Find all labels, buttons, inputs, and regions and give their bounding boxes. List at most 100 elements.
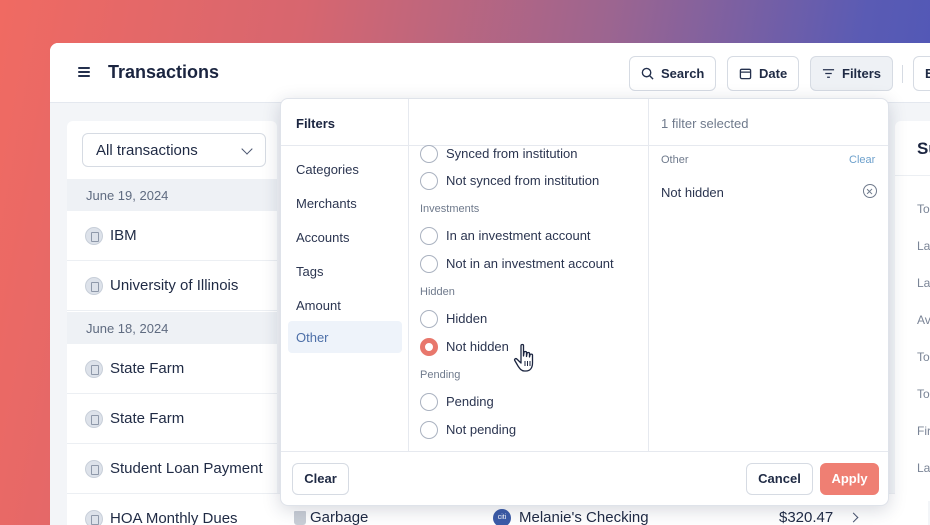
option-not-pending[interactable]: Not pending bbox=[420, 421, 516, 441]
merchant-icon bbox=[85, 410, 103, 428]
summary-card: Su To La La Av To To Fir La bbox=[895, 121, 930, 501]
filter-nav-tags[interactable]: Tags bbox=[288, 255, 402, 287]
merchant-icon bbox=[85, 360, 103, 378]
transactions-dropdown[interactable]: All transactions bbox=[82, 133, 266, 167]
radio-button[interactable] bbox=[420, 421, 438, 439]
table-row[interactable]: University of Illinois bbox=[67, 261, 277, 311]
search-icon bbox=[641, 67, 654, 80]
summary-label: La bbox=[917, 461, 930, 475]
option-not-hidden[interactable]: Not hidden bbox=[420, 338, 509, 358]
option-synced[interactable]: Synced from institution bbox=[420, 145, 578, 165]
extra-button-label: E bbox=[925, 66, 930, 81]
top-bar: Transactions Search Date Filters E bbox=[50, 43, 930, 103]
filter-nav-amount[interactable]: Amount bbox=[288, 289, 402, 321]
option-hidden[interactable]: Hidden bbox=[420, 310, 487, 330]
option-label: Not synced from institution bbox=[446, 173, 600, 188]
option-not-in-investment[interactable]: Not in an investment account bbox=[420, 255, 614, 275]
filters-button-label: Filters bbox=[842, 66, 882, 81]
merchant-icon bbox=[85, 227, 103, 245]
summary-label: To bbox=[917, 387, 930, 401]
filter-nav-accounts[interactable]: Accounts bbox=[288, 221, 402, 253]
cancel-button[interactable]: Cancel bbox=[746, 463, 813, 495]
extra-button[interactable]: E bbox=[913, 56, 930, 91]
filter-icon bbox=[822, 69, 835, 78]
option-label: Not hidden bbox=[446, 339, 509, 354]
merchant-icon bbox=[85, 277, 103, 295]
clear-button[interactable]: Clear bbox=[292, 463, 349, 495]
summary-label: To bbox=[917, 350, 930, 364]
trash-can-icon bbox=[294, 511, 306, 525]
summary-label: Fir bbox=[917, 424, 930, 438]
amount-label: $320.47 bbox=[779, 509, 834, 525]
filters-panel: Filters Categories Merchants Accounts Ta… bbox=[280, 98, 889, 506]
merchant-name: Student Loan Payment bbox=[110, 460, 263, 477]
divider bbox=[895, 175, 930, 176]
filter-categories-column: Filters Categories Merchants Accounts Ta… bbox=[281, 99, 409, 451]
merchant-icon bbox=[85, 510, 103, 525]
filters-button[interactable]: Filters bbox=[810, 56, 894, 91]
selected-group-label: Other bbox=[661, 154, 689, 166]
divider bbox=[649, 145, 888, 146]
clear-group-link[interactable]: Clear bbox=[849, 154, 875, 166]
apply-button[interactable]: Apply bbox=[820, 463, 879, 495]
date-button[interactable]: Date bbox=[727, 56, 800, 91]
filter-nav-other[interactable]: Other bbox=[288, 321, 402, 353]
summary-label: La bbox=[917, 239, 930, 253]
option-in-investment[interactable]: In an investment account bbox=[420, 227, 591, 247]
transactions-list: All transactions June 19, 2024 IBM Unive… bbox=[67, 121, 277, 525]
search-button-label: Search bbox=[661, 66, 705, 81]
table-row[interactable]: State Farm bbox=[67, 394, 277, 444]
search-button[interactable]: Search bbox=[629, 56, 717, 91]
hand-pointer-cursor-icon bbox=[513, 343, 534, 372]
group-label-hidden: Hidden bbox=[420, 286, 455, 298]
summary-label: La bbox=[917, 276, 930, 290]
filter-options-column: Synced from institution Not synced from … bbox=[409, 99, 649, 451]
summary-title: Su bbox=[917, 139, 930, 158]
account-label: Melanie's Checking bbox=[519, 509, 649, 525]
merchant-name: HOA Monthly Dues bbox=[110, 510, 238, 525]
table-row[interactable]: State Farm bbox=[67, 344, 277, 394]
summary-label: Av bbox=[917, 313, 930, 327]
filters-panel-title: Filters bbox=[296, 116, 336, 131]
radio-button[interactable] bbox=[420, 255, 438, 273]
group-label-pending: Pending bbox=[420, 369, 461, 381]
merchant-name: University of Illinois bbox=[110, 277, 239, 294]
toolbar-divider bbox=[902, 65, 903, 83]
merchant-name: State Farm bbox=[110, 410, 185, 427]
date-header: June 18, 2024 bbox=[67, 312, 277, 344]
option-not-synced[interactable]: Not synced from institution bbox=[420, 172, 599, 192]
option-label: Hidden bbox=[446, 311, 488, 326]
radio-button[interactable] bbox=[420, 172, 438, 190]
date-button-label: Date bbox=[759, 66, 788, 81]
selected-filter-chip: Not hidden bbox=[661, 185, 724, 200]
option-pending[interactable]: Pending bbox=[420, 393, 494, 413]
filter-nav-merchants[interactable]: Merchants bbox=[288, 187, 402, 219]
option-label: Not in an investment account bbox=[446, 256, 614, 271]
date-header: June 19, 2024 bbox=[67, 179, 277, 211]
option-label: In an investment account bbox=[446, 228, 591, 243]
option-label: Not pending bbox=[446, 422, 517, 437]
radio-button[interactable] bbox=[420, 145, 438, 163]
option-label: Pending bbox=[446, 394, 494, 409]
table-row[interactable]: IBM bbox=[67, 211, 277, 261]
filters-footer: Clear Cancel Apply bbox=[281, 451, 888, 505]
bank-logo-icon: citi bbox=[493, 509, 511, 525]
radio-button[interactable] bbox=[420, 393, 438, 411]
remove-filter-icon[interactable] bbox=[863, 184, 877, 198]
merchant-name: State Farm bbox=[110, 360, 185, 377]
table-row[interactable]: Student Loan Payment bbox=[67, 444, 277, 494]
summary-label: To bbox=[917, 202, 930, 216]
merchant-icon bbox=[85, 460, 103, 478]
radio-button[interactable] bbox=[420, 227, 438, 245]
selected-filter-count: 1 filter selected bbox=[661, 116, 749, 131]
chevron-right-icon[interactable] bbox=[848, 512, 859, 523]
radio-button[interactable] bbox=[420, 310, 438, 328]
page-title: Transactions bbox=[108, 62, 220, 82]
group-label-investments: Investments bbox=[420, 203, 480, 215]
hamburger-menu-icon[interactable] bbox=[78, 67, 90, 77]
merchant-name: IBM bbox=[110, 227, 137, 244]
category-label: Garbage bbox=[310, 509, 369, 525]
radio-button-selected[interactable] bbox=[420, 338, 438, 356]
selected-filters-column: 1 filter selected Other Clear Not hidden bbox=[649, 99, 888, 451]
filter-nav-categories[interactable]: Categories bbox=[288, 153, 402, 185]
